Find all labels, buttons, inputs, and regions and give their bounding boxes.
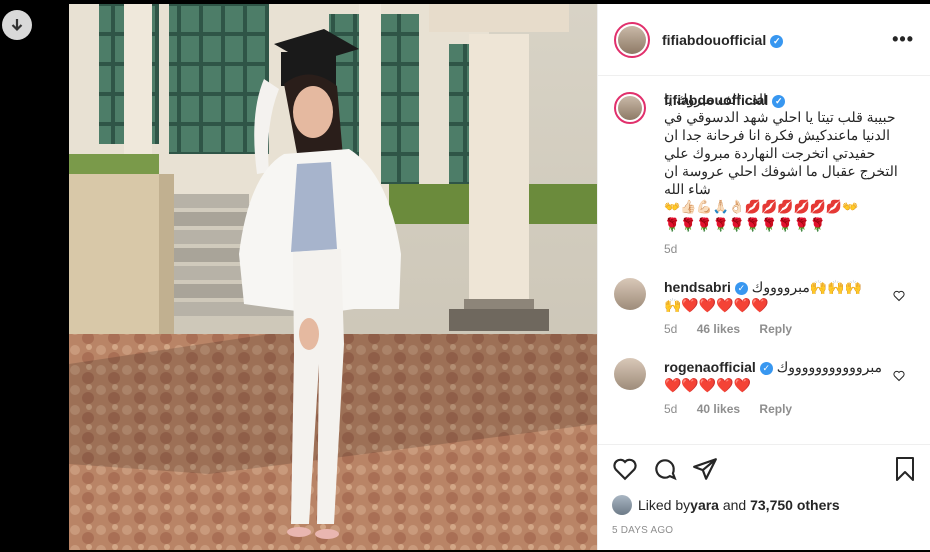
comment-item: hendsabri ✓ مبرووووك🙌🙌🙌 🙌❤️❤️❤️❤️❤️ 5d 46… bbox=[614, 278, 915, 336]
comments-area: fifiabdouofficial ✓ الف الف مبروك يا حبيب… bbox=[598, 76, 930, 444]
like-comment-heart-icon[interactable] bbox=[893, 370, 905, 382]
caption-text: الف الف مبروك يا حبيبة قلب تيتا يا احلي … bbox=[664, 91, 898, 197]
comment-text-line2: 🙌❤️❤️❤️❤️❤️ bbox=[664, 297, 769, 313]
liked-by-avatar[interactable] bbox=[612, 495, 632, 515]
more-options-icon[interactable]: ••• bbox=[892, 29, 914, 50]
arrow-down-icon bbox=[11, 19, 23, 32]
comment-meta: 5d 40 likes Reply bbox=[664, 402, 894, 416]
post-panel: fifiabdouofficial ✓ ••• fifiabdouofficial… bbox=[597, 4, 930, 550]
post-photo[interactable] bbox=[69, 4, 597, 550]
commenter-username[interactable]: hendsabri bbox=[664, 279, 731, 295]
commenter-avatar[interactable] bbox=[614, 358, 646, 390]
liked-by-user[interactable]: yara bbox=[690, 497, 719, 513]
comment-meta: 5d 46 likes Reply bbox=[664, 322, 894, 336]
post-date[interactable]: 5 DAYS AGO bbox=[612, 525, 917, 536]
verified-icon: ✓ bbox=[772, 95, 786, 108]
reply-button[interactable]: Reply bbox=[759, 402, 792, 416]
author-avatar[interactable] bbox=[614, 21, 650, 58]
reply-button[interactable]: Reply bbox=[759, 322, 792, 336]
caption-avatar[interactable] bbox=[614, 92, 646, 124]
comment-icon[interactable] bbox=[652, 456, 678, 482]
comment-text: مبروووووووووووك bbox=[776, 359, 883, 375]
post-header: fifiabdouofficial ✓ ••• bbox=[598, 4, 930, 76]
post-modal: fifiabdouofficial ✓ ••• fifiabdouofficial… bbox=[0, 0, 930, 552]
caption-age[interactable]: 5d bbox=[664, 242, 677, 256]
comment-text: مبرووووك🙌🙌🙌 bbox=[751, 279, 863, 295]
comment-likes[interactable]: 40 likes bbox=[697, 402, 740, 416]
caption-emojis: 👐💋💋💋💋💋💋👌🏻🙏🏻💪🏻👍🏻👐 bbox=[664, 199, 859, 214]
caption: fifiabdouofficial ✓ الف الف مبروك يا حبيب… bbox=[614, 91, 915, 256]
save-bookmark-icon[interactable] bbox=[893, 456, 917, 482]
share-icon[interactable] bbox=[692, 456, 718, 482]
comment-age[interactable]: 5d bbox=[664, 402, 677, 416]
caption-emojis-roses: 🌹🌹🌹🌹🌹🌹🌹🌹🌹🌹 bbox=[664, 217, 826, 232]
likes-summary: Liked by yara and 73,750 others bbox=[612, 495, 917, 515]
comment-age[interactable]: 5d bbox=[664, 322, 677, 336]
verified-icon: ✓ bbox=[734, 282, 748, 295]
download-button[interactable] bbox=[2, 10, 32, 40]
commenter-avatar[interactable] bbox=[614, 278, 646, 310]
likes-and: and bbox=[718, 497, 751, 513]
verified-icon: ✓ bbox=[759, 362, 773, 375]
likes-count[interactable]: 73,750 others bbox=[750, 497, 840, 513]
post-actions: Liked by yara and 73,750 others 5 DAYS A… bbox=[598, 444, 930, 550]
comment-text-line2: ❤️❤️❤️❤️❤️ bbox=[664, 377, 752, 393]
like-comment-heart-icon[interactable] bbox=[893, 290, 905, 302]
like-heart-icon[interactable] bbox=[612, 456, 638, 482]
commenter-username[interactable]: rogenaofficial bbox=[664, 359, 756, 375]
liked-by-label: Liked by bbox=[638, 497, 691, 513]
caption-meta: 5d bbox=[664, 242, 915, 256]
comment-likes[interactable]: 46 likes bbox=[697, 322, 740, 336]
author-username[interactable]: fifiabdouofficial ✓ bbox=[662, 32, 784, 48]
comment-item: rogenaofficial ✓ مبروووووووووووك ❤️❤️❤️❤️… bbox=[614, 358, 915, 416]
verified-icon: ✓ bbox=[770, 34, 784, 48]
